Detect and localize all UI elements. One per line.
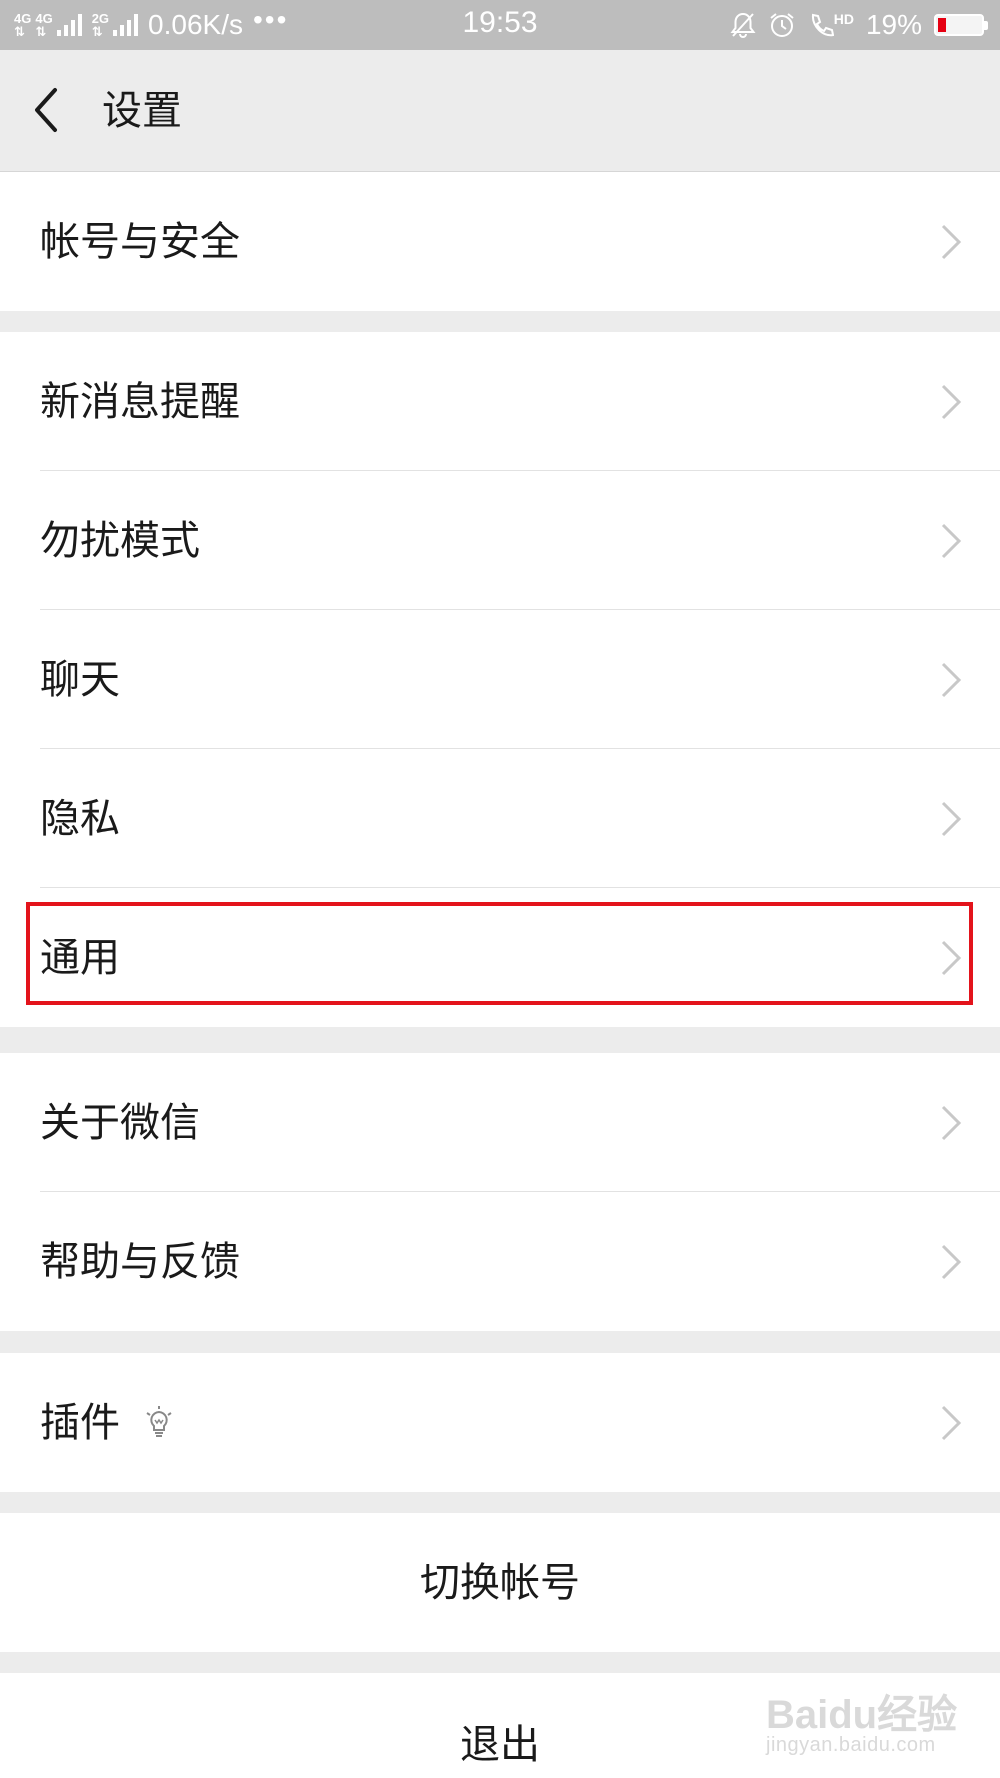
chevron-right-icon [941,1105,962,1140]
settings-item-label: 帮助与反馈 [40,1238,240,1285]
chevron-right-icon [941,801,962,836]
settings-item-label: 勿扰模式 [40,517,200,564]
chevron-right-icon [941,940,962,975]
chevron-left-icon [35,88,57,132]
chevron-right-icon [941,662,962,697]
settings-item-label: 新消息提醒 [40,378,240,425]
logout-label: 退出 [460,1722,540,1768]
settings-item-account-security[interactable]: 帐号与安全 [0,172,1000,311]
switch-account-label: 切换帐号 [420,1559,580,1606]
title-bar: 设置 [0,50,1000,172]
settings-group-about: 关于微信 帮助与反馈 [0,1053,1000,1331]
switch-account-button[interactable]: 切换帐号 [0,1513,1000,1652]
settings-item-label: 通用 [40,934,120,981]
battery-icon [934,14,988,36]
settings-group-plugins: 插件 [0,1353,1000,1492]
settings-item-label: 聊天 [40,656,120,703]
settings-group-general: 新消息提醒 勿扰模式 聊天 隐私 通用 [0,332,1000,1027]
battery-percent: 19% [865,9,922,40]
hd-call-icon: HD [808,11,854,39]
settings-item-help-feedback[interactable]: 帮助与反馈 [0,1192,1000,1331]
settings-item-label: 关于微信 [40,1099,200,1146]
alarm-clock-icon [770,13,794,37]
status-right: HD 19% [730,7,988,43]
watermark-url: jingyan.baidu.com [766,1734,936,1756]
settings-item-label: 隐私 [40,795,120,842]
battery-level-fill [938,18,946,32]
settings-item-label: 帐号与安全 [40,218,240,265]
settings-item-chat[interactable]: 聊天 [0,610,1000,749]
settings-item-plugins[interactable]: 插件 [0,1353,1000,1492]
hd-label: HD [833,11,854,27]
chevron-right-icon [941,224,962,259]
chevron-right-icon [941,1244,962,1279]
settings-item-about-wechat[interactable]: 关于微信 [0,1053,1000,1192]
back-button[interactable] [28,80,74,140]
chevron-right-icon [941,1405,962,1440]
watermark-logo: Baidu经验 [766,1693,958,1737]
settings-item-notifications[interactable]: 新消息提醒 [0,332,1000,471]
settings-group-account: 帐号与安全 [0,172,1000,311]
bell-muted-icon [730,12,756,38]
settings-item-label: 插件 [40,1399,120,1446]
status-bar: 4G ⇅ 4G ⇅ 2G ⇅ 0.06K/s ••• 19:53 HD 19% [0,0,1000,50]
lightbulb-icon [146,1405,172,1437]
settings-item-do-not-disturb[interactable]: 勿扰模式 [0,471,1000,610]
settings-item-general[interactable]: 通用 [0,888,1000,1027]
chevron-right-icon [941,523,962,558]
switch-account-group: 切换帐号 [0,1513,1000,1652]
page-title: 设置 [102,88,182,134]
baidu-jingyan-watermark: Baidu经验 jingyan.baidu.com [766,1676,986,1766]
chevron-right-icon [941,384,962,419]
settings-item-privacy[interactable]: 隐私 [0,749,1000,888]
